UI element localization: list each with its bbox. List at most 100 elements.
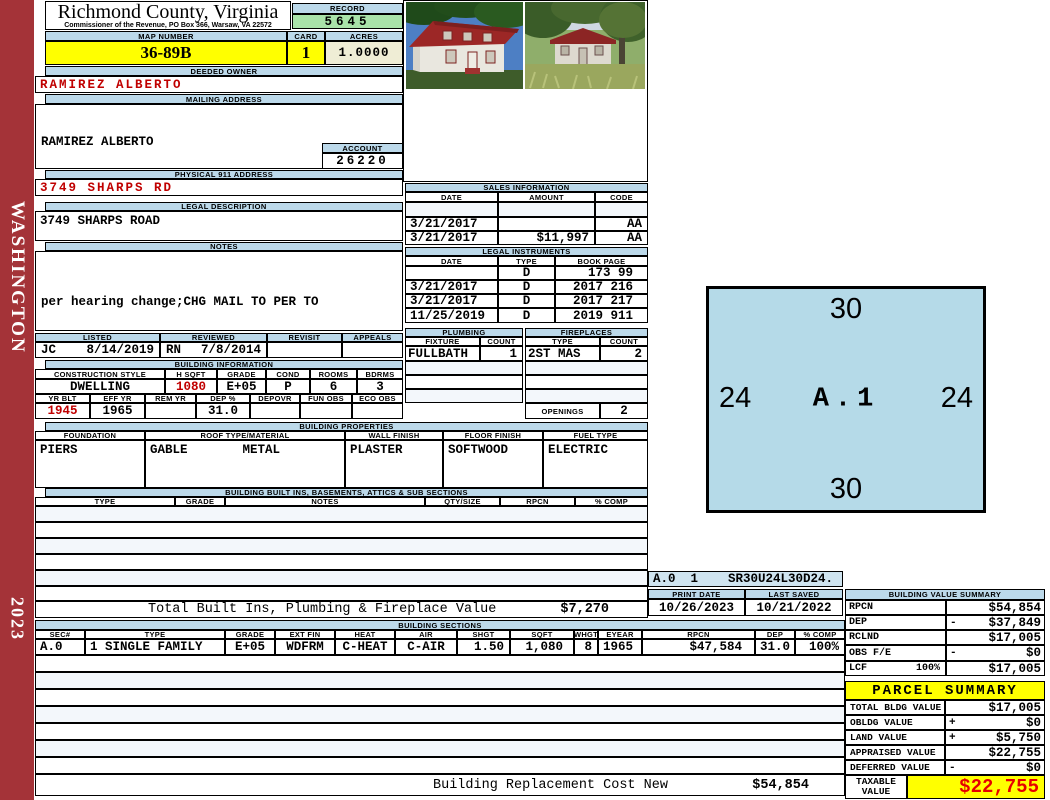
parcel-value: + $0 [945,715,1045,730]
builtins-comp-label: % COMP [575,497,648,506]
parcel-value: $22,755 [945,745,1045,760]
wall-finish-label: WALL FINISH [345,431,443,440]
parcel-op: + [949,716,956,729]
table-row [35,538,648,554]
bvs-amount: $37,849 [988,615,1041,630]
grade-value: E+05 [217,379,266,394]
bvs-label-text: RPCN [849,602,874,613]
rooms-label: ROOMS [310,369,357,379]
depovr-value [250,403,300,419]
record-value: 5645 [292,14,403,29]
builtins-rpcn-label: RPCN [500,497,575,506]
section-extfin: WDFRM [275,639,335,655]
roof-type: GABLE [150,443,188,457]
depovr-label: DEPOVR [250,394,300,403]
instr-date-label: DATE [405,256,498,266]
sec-col-header: EYEAR [598,630,642,639]
table-row [35,570,648,586]
acres-label: ACRES [325,31,403,41]
sec-col-header: SHGT [457,630,510,639]
bvs-label: LCF 100% [845,661,946,676]
parcel-label: OBLDG VALUE [845,715,945,730]
hsqft-value: 1080 [165,379,217,394]
funobs-value [300,403,352,419]
sec-col-header: AIR [395,630,457,639]
parcel-label: APPRAISED VALUE [845,745,945,760]
replacement-cost-row: Building Replacement Cost New $54,854 [35,774,845,796]
plumbing-count-label: COUNT [480,337,523,346]
listed-value: JC 8/14/2019 [35,342,160,358]
wall-finish-value: PLASTER [345,440,443,488]
builtins-total-value: $7,270 [560,602,609,617]
sales-code-label: CODE [595,192,648,202]
section-air: C-AIR [395,639,457,655]
built-ins-title: BUILDING BUILT INS, BASEMENTS, ATTICS & … [45,488,648,497]
openings-label: OPENINGS [525,403,600,419]
taxable-value-label: TAXABLE VALUE [845,775,907,799]
sec-col-header: GRADE [225,630,275,639]
bvs-label-text: OBS F/E [849,647,892,659]
fuel-type-label: FUEL TYPE [543,431,648,440]
map-number-label: MAP NUMBER [45,31,287,41]
listed-date: 8/14/2019 [86,343,154,357]
listed-by: JC [41,343,57,357]
section-grade: E+05 [225,639,275,655]
parcel-value: $17,005 [945,700,1045,715]
builtins-type-label: TYPE [35,497,175,506]
table-row [35,522,648,538]
table-row [405,375,523,389]
notes-label: NOTES [45,242,403,251]
bvs-amount: $54,854 [988,600,1041,615]
bvs-pct: 100% [915,663,940,674]
sec-col-header: HEAT [335,630,395,639]
funobs-label: FUN OBS [300,394,352,403]
table-row [525,389,648,403]
listed-label: LISTED [35,333,160,342]
parcel-value: - $0 [945,760,1045,775]
bvs-label: OBS F/E [845,645,946,661]
builtins-notes-label: NOTES [225,497,425,506]
appeals-label: APPEALS [342,333,403,342]
cond-label: COND [266,369,310,379]
last-saved-value: 10/21/2022 [745,599,843,616]
builtins-grade-label: GRADE [175,497,225,506]
cond-value: P [266,379,310,394]
sec-col-header: % COMP [795,630,845,639]
instr-row-type: D [498,308,555,323]
parcel-value: + $5,750 [945,730,1045,745]
district-spine [0,0,34,800]
bvs-amount: $17,005 [988,630,1041,645]
parcel-amount: $22,755 [988,745,1041,760]
fireplace-type-label: TYPE [525,337,600,346]
building-sketch: 30 24 A.1 24 30 [706,286,986,513]
property-photo-front[interactable] [525,2,645,89]
district-name: WASHINGTON [7,201,28,354]
remyr-value [145,403,196,419]
sales-row-date: 3/21/2017 [405,217,498,231]
floor-finish-label: FLOOR FINISH [443,431,543,440]
county-title: Richmond County, Virginia [57,1,279,23]
reviewed-label: REVIEWED [160,333,267,342]
physical-address-label: PHYSICAL 911 ADDRESS [45,170,403,179]
sales-row-amount: $11,997 [498,231,595,245]
tax-year: 2023 [7,597,28,641]
account-label: ACCOUNT [322,143,403,153]
parcel-amount: $0 [1025,715,1041,730]
hsqft-label: H SQFT [165,369,217,379]
builtins-total-row: Total Built Ins, Plumbing & Fireplace Va… [35,601,648,618]
instr-row-book: 2019 911 [555,308,648,323]
last-saved-label: LAST SAVED [745,589,843,599]
construction-style-value: DWELLING [35,379,165,394]
replacement-cost-value: $54,854 [752,777,809,793]
grade-label: GRADE [217,369,266,379]
bvs-op: - [950,616,957,629]
bvs-value: $17,005 [946,630,1045,645]
sales-row-code: AA [595,231,648,245]
property-photo-side[interactable] [406,2,523,89]
notes-block: per hearing change;CHG MAIL TO PER TO 10… [35,251,403,331]
bvs-value: $17,005 [946,661,1045,676]
acres-value: 1.0000 [325,41,403,65]
reviewed-value: RN 7/8/2014 [160,342,267,358]
table-row [35,723,845,740]
openings-value: 2 [600,403,648,419]
